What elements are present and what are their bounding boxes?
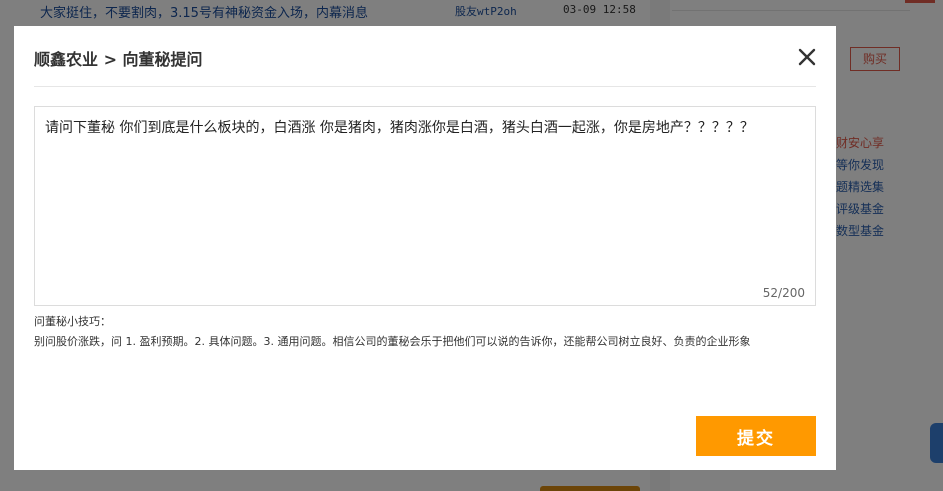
tips-title: 问董秘小技巧：	[34, 315, 111, 328]
close-button[interactable]	[798, 48, 816, 66]
dialog-header: 顺鑫农业 > 向董秘提问	[34, 26, 816, 87]
dialog-title: 顺鑫农业 > 向董秘提问	[34, 50, 203, 69]
question-textarea[interactable]: 请问下董秘 你们到底是什么板块的，白酒涨 你是猪肉，猪肉涨你是白酒，猪头白酒一起…	[45, 116, 805, 266]
close-icon	[798, 48, 816, 66]
char-count: 52/200	[762, 286, 805, 300]
ask-secretary-dialog: 顺鑫农业 > 向董秘提问 请问下董秘 你们到底是什么板块的，白酒涨 你是猪肉，猪…	[14, 26, 836, 470]
submit-button[interactable]: 提交	[696, 416, 816, 456]
question-box: 请问下董秘 你们到底是什么板块的，白酒涨 你是猪肉，猪肉涨你是白酒，猪头白酒一起…	[34, 106, 816, 306]
tips-body: 别问股价涨跌，问 1. 盈利预期。2. 具体问题。3. 通用问题。相信公司的董秘…	[34, 335, 751, 348]
